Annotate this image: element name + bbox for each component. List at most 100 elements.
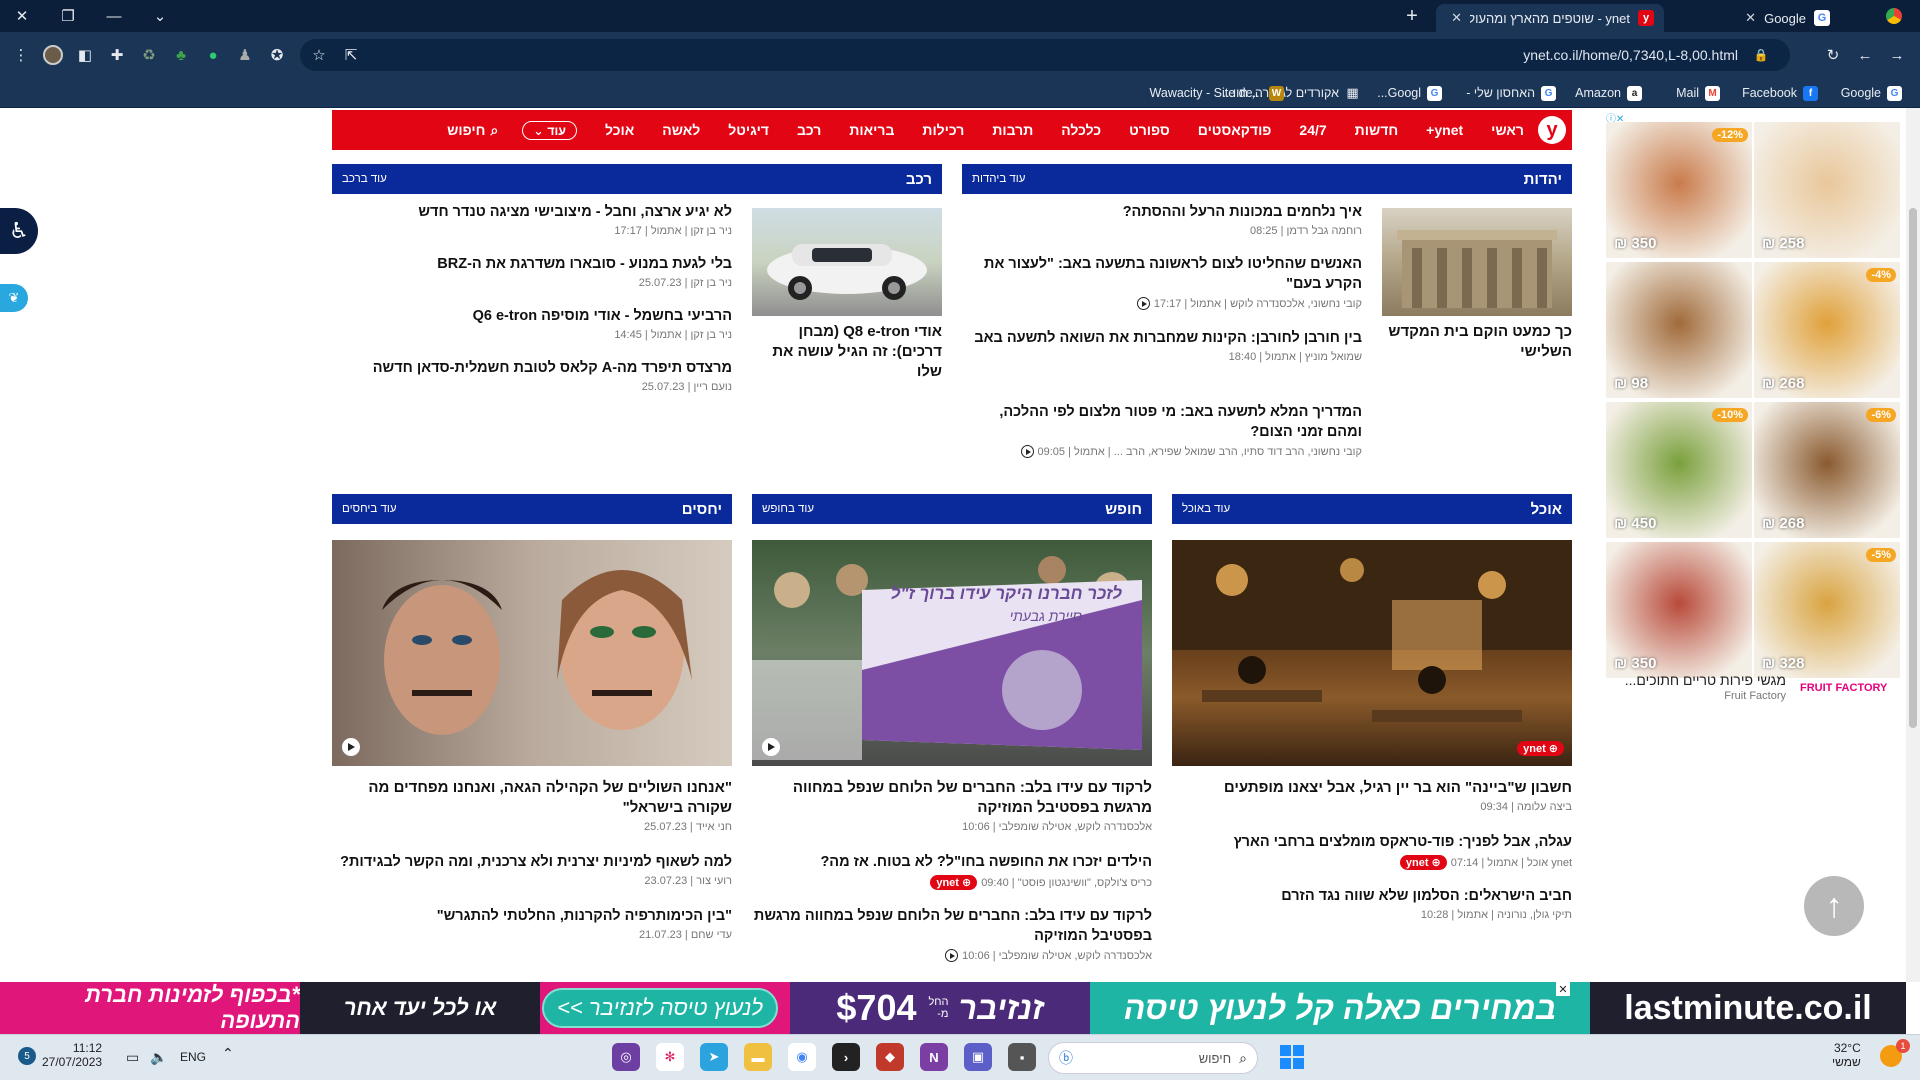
address-bar[interactable]: ☆ ⇱ ynet.co.il/home/0,7340,L-8,00.html 🔒 [300, 39, 1790, 71]
judaism-main-image[interactable] [1382, 208, 1572, 316]
list-item[interactable]: לרקוד עם עידו בלב: החברים של הלוחם שנפל … [752, 906, 1152, 962]
back-to-top-button[interactable]: ↑ [1804, 876, 1864, 936]
relationships-main-image[interactable] [332, 540, 732, 766]
article-headline[interactable]: כך כמעט הוקם בית המקדש השלישי [1382, 322, 1572, 362]
list-item[interactable]: הילדים יזכרו את החופשה בחו"ל? לא בטוח. א… [752, 852, 1152, 890]
bookmark-star-icon[interactable]: ☆ [308, 44, 330, 66]
list-item[interactable]: איך נלחמים במכונות הרעל וההסתה? רוחמה גב… [962, 202, 1362, 237]
list-item[interactable]: האנשים שהחליטו לצום לראשונה בתשעה באב: "… [962, 254, 1362, 310]
list-item[interactable]: הרביעי בחשמל - אודי מוסיפה Q6 e-tron ניר… [332, 306, 732, 341]
article-headline[interactable]: בלי לגעת במנוע - סובארו משדרגת את ה-BRZ [332, 254, 732, 274]
ad-product-tile[interactable]: -6% ₪ 268 [1754, 402, 1900, 538]
list-item[interactable]: "בין הכימותרפיה להקרנות, החלטתי להתגרש" … [332, 906, 732, 941]
nav-item-food[interactable]: אוכל [605, 122, 634, 138]
bookmark-wawacity[interactable]: Wawacity - Site de... W [1150, 83, 1284, 103]
wifi-icon[interactable]: ▭ [126, 1049, 139, 1066]
section-more-link[interactable]: עוד באוכל [1182, 503, 1230, 515]
play-icon[interactable] [762, 738, 780, 756]
close-ad-icon[interactable]: ✕ [1556, 982, 1570, 996]
list-item[interactable]: מרצדס תיפרד מה-A קלאס לטובת חשמלית-סדאן … [332, 358, 732, 393]
file-explorer-icon[interactable]: ▬ [744, 1043, 772, 1071]
judaism-main-article[interactable]: כך כמעט הוקם בית המקדש השלישי [1382, 322, 1572, 362]
article-headline[interactable]: איך נלחמים במכונות הרעל וההסתה? [962, 202, 1362, 222]
notification-count-badge[interactable]: 5 [18, 1047, 36, 1065]
section-more-link[interactable]: עוד ביחסים [342, 503, 397, 515]
cars-main-article[interactable]: אודי Q8 e-tron (מבחן דרכים): זה הגיל עוש… [752, 322, 942, 382]
article-headline[interactable]: חביב הישראלים: הסלמון שלא שווה נגד הזרם [1172, 886, 1572, 906]
nav-search-button[interactable]: ⌕ חיפוש [447, 122, 498, 139]
chevron-up-icon[interactable]: ⌃ [222, 1045, 234, 1062]
article-headline[interactable]: לא יגיע ארצה, וחבל - מיצובישי מציגה טנדר… [332, 202, 732, 222]
section-title[interactable]: רכב [906, 171, 932, 188]
onenote-icon[interactable]: N [920, 1043, 948, 1071]
nav-item-news[interactable]: חדשות [1355, 122, 1399, 138]
bookmark-mail[interactable]: M Mail [1676, 83, 1720, 103]
article-headline[interactable]: בין חורבן לחורבן: הקינות שמחברות את השוא… [962, 328, 1362, 348]
nav-item-digital[interactable]: דיגיטל [728, 122, 769, 138]
extensions-icon[interactable]: ✚ [106, 44, 128, 66]
food-main-image[interactable]: ynet ⊕ [1172, 540, 1572, 766]
bookmark-drive[interactable]: G האחסון שלי - [1466, 83, 1556, 103]
list-item[interactable]: למה לשאוף למיניות יצרנית ולא צרכנית, ומה… [332, 852, 732, 887]
article-headline[interactable]: "אנחנו השוליים של הקהילה הגאה, ואנחנו מפ… [332, 778, 732, 818]
article-headline[interactable]: לרקוד עם עידו בלב: החברים של הלוחם שנפל … [752, 778, 1152, 818]
chrome-icon[interactable]: ◉ [788, 1043, 816, 1071]
ad-product-tile[interactable]: -4% ₪ 268 [1754, 262, 1900, 398]
ad-product-tile[interactable]: -5% ₪ 328 [1754, 542, 1900, 678]
nav-item-health[interactable]: בריאות [849, 122, 894, 138]
speaker-icon[interactable]: 🔈 [150, 1049, 167, 1066]
list-item[interactable]: "אנחנו השוליים של הקהילה הגאה, ואנחנו מפ… [332, 778, 732, 833]
list-item[interactable]: בין חורבן לחורבן: הקינות שמחברות את השוא… [962, 328, 1362, 363]
play-icon[interactable] [342, 738, 360, 756]
nav-item-cars[interactable]: רכב [797, 122, 821, 138]
minimize-window-icon[interactable]: — [98, 0, 130, 32]
article-headline[interactable]: אודי Q8 e-tron (מבחן דרכים): זה הגיל עוש… [752, 322, 942, 382]
back-icon[interactable]: ← [1854, 44, 1876, 66]
section-title[interactable]: יחסים [682, 501, 722, 518]
section-title[interactable]: אוכל [1531, 501, 1562, 518]
teams-icon[interactable]: ▣ [964, 1043, 992, 1071]
chrome-profile-icon[interactable] [1878, 0, 1910, 32]
article-headline[interactable]: לרקוד עם עידו בלב: החברים של הלוחם שנפל … [752, 906, 1152, 946]
section-more-link[interactable]: עוד בחופש [762, 503, 814, 515]
section-more-link[interactable]: עוד ברכב [342, 173, 387, 185]
article-headline[interactable]: למה לשאוף למיניות יצרנית ולא צרכנית, ומה… [332, 852, 732, 872]
section-title[interactable]: חופש [1105, 501, 1142, 518]
list-item[interactable]: המדריך המלא לתשעה באב: מי פטור מלצום לפי… [962, 402, 1362, 458]
article-headline[interactable]: הרביעי בחשמל - אודי מוסיפה Q6 e-tron [332, 306, 732, 326]
app-window-icon[interactable]: ▪ [1008, 1043, 1036, 1071]
nav-item-podcasts[interactable]: פודקאסטים [1198, 122, 1272, 138]
windows-start-icon[interactable] [1280, 1045, 1304, 1069]
nav-more-button[interactable]: עוד ⌄ [522, 120, 578, 140]
nav-item-gossip[interactable]: רכילות [922, 122, 964, 138]
restore-window-icon[interactable]: ❐ [52, 0, 84, 32]
terminal-icon[interactable]: › [832, 1043, 860, 1071]
bookmark-google[interactable]: G Google [1841, 83, 1902, 103]
nav-item-ynet-plus[interactable]: ynet+ [1426, 122, 1463, 138]
extension-icon[interactable]: ♟ [234, 44, 256, 66]
language-indicator[interactable]: ENG [180, 1050, 206, 1064]
article-headline[interactable]: מרצדס תיפרד מה-A קלאס לטובת חשמלית-סדאן … [332, 358, 732, 378]
list-item[interactable]: חשבון ש"ביינה" הוא בר יין רגיל, אבל יצאנ… [1172, 778, 1572, 813]
list-item[interactable]: בלי לגעת במנוע - סובארו משדרגת את ה-BRZ … [332, 254, 732, 289]
article-headline[interactable]: האנשים שהחליטו לצום לראשונה בתשעה באב: "… [962, 254, 1362, 294]
article-headline[interactable]: עגלה, אבל לפניך: פוד-טראקס מומלצים ברחבי… [1172, 832, 1572, 852]
forward-icon[interactable]: → [1886, 44, 1908, 66]
recycle-extension-icon[interactable]: ♻ [138, 44, 160, 66]
reload-icon[interactable]: ↻ [1822, 44, 1844, 66]
lastminute-banner-ad[interactable]: *בכפוף לזמינות חברת התעופה או לכל יעד אח… [0, 982, 1906, 1034]
list-item[interactable]: עגלה, אבל לפניך: פוד-טראקס מומלצים ברחבי… [1172, 832, 1572, 870]
nav-item-women[interactable]: לאשה [662, 122, 700, 138]
bookmark-google-2[interactable]: G Googl... [1377, 83, 1442, 103]
scrollbar-thumb[interactable] [1909, 208, 1917, 728]
ad-product-tile[interactable]: -12% ₪ 350 [1606, 122, 1752, 258]
list-item[interactable]: לרקוד עם עידו בלב: החברים של הלוחם שנפל … [752, 778, 1152, 833]
avatar[interactable] [42, 44, 64, 66]
taskbar-search-input[interactable]: ⌕ חיפוש ⓑ [1048, 1042, 1258, 1074]
github-icon[interactable]: ◎ [612, 1043, 640, 1071]
list-item[interactable]: חביב הישראלים: הסלמון שלא שווה נגד הזרם … [1172, 886, 1572, 921]
ynet-logo[interactable]: y [1538, 116, 1566, 144]
nav-item-economy[interactable]: כלכלה [1061, 122, 1101, 138]
ad-caption-block[interactable]: מגשי פירות טריים חתוכים... Fruit Factory [1606, 672, 1786, 702]
section-title[interactable]: יהדות [1524, 171, 1562, 188]
